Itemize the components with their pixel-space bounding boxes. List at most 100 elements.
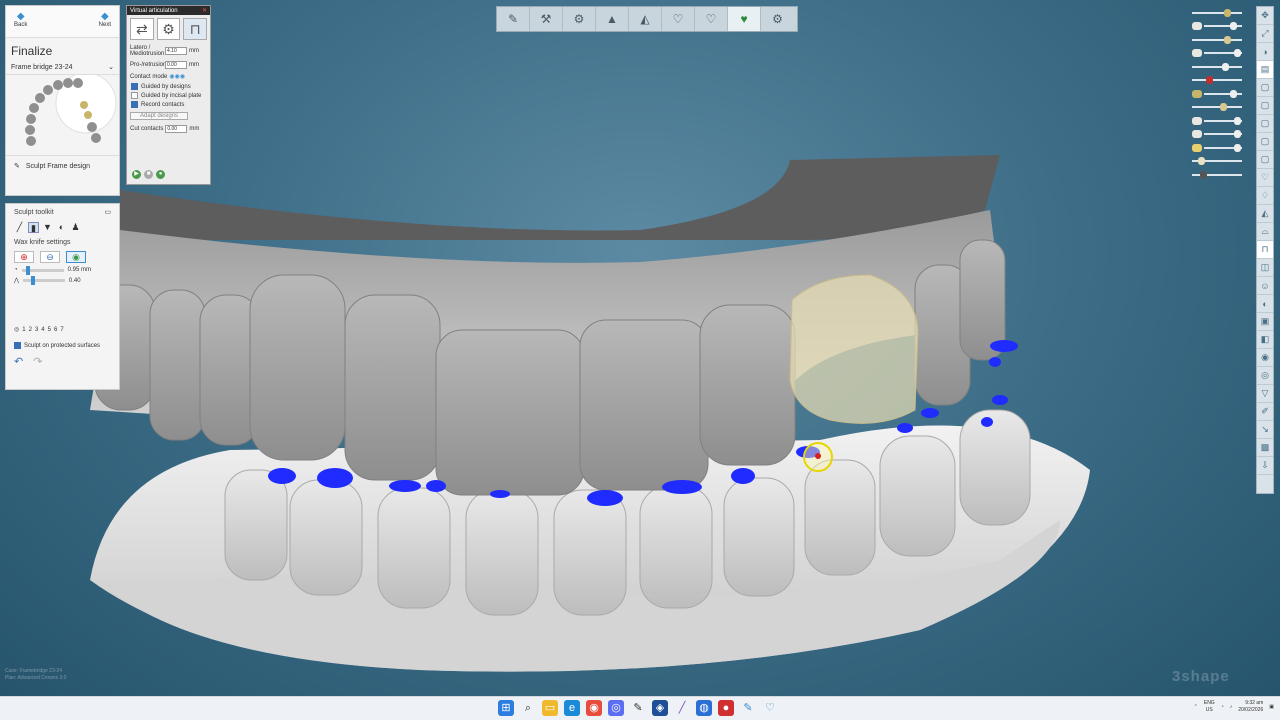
view-left-icon[interactable]: ▢: [1257, 115, 1273, 133]
back-button[interactable]: ◆ Back: [14, 12, 27, 37]
notepad-icon[interactable]: ✎: [630, 700, 646, 716]
strength-slider-thumb[interactable]: [31, 276, 36, 285]
preset-2[interactable]: 2: [29, 327, 32, 333]
model-view-icon[interactable]: ◭: [1257, 205, 1273, 223]
tooth-2-icon[interactable]: ♡: [695, 7, 728, 31]
smooth-tool-icon[interactable]: ▼: [42, 222, 53, 233]
morph-tool-icon[interactable]: ◐: [56, 222, 67, 233]
preset-7[interactable]: 7: [60, 327, 63, 333]
contact-mode-icon[interactable]: ◉◉◉: [169, 73, 185, 80]
app-icon[interactable]: ◎: [608, 700, 624, 716]
notification-icon[interactable]: ▣: [1269, 704, 1274, 710]
tooth-active-icon[interactable]: ♥: [728, 7, 761, 31]
articulator-2-icon[interactable]: ⚙: [563, 7, 596, 31]
color-map-icon[interactable]: ◎: [1257, 367, 1273, 385]
stop-icon[interactable]: ■: [144, 170, 153, 179]
arrow-icon[interactable]: ↘: [1257, 421, 1273, 439]
screenshot-icon[interactable]: ▩: [1257, 439, 1273, 457]
tab-movement[interactable]: ⇄: [130, 18, 154, 40]
view-settings-icon[interactable]: ◑: [1257, 43, 1273, 61]
wax-knife-icon[interactable]: ▮: [28, 222, 39, 233]
edge-icon[interactable]: e: [564, 700, 580, 716]
network-icon[interactable]: ◔: [1221, 704, 1224, 710]
radius-slider[interactable]: [21, 265, 64, 275]
articulator-icon[interactable]: ⚒: [530, 7, 563, 31]
smooth-wax-button[interactable]: ◉: [66, 251, 86, 263]
visibility-row-9[interactable]: [1192, 114, 1242, 128]
visibility-row-3[interactable]: [1192, 33, 1242, 47]
section-icon[interactable]: ◧: [1257, 331, 1273, 349]
tab-settings[interactable]: ⚙: [156, 18, 181, 40]
tray-arrow-icon[interactable]: ⌃: [1194, 704, 1198, 710]
close-icon[interactable]: ✕: [202, 7, 207, 14]
language-indicator[interactable]: ENG US: [1204, 700, 1215, 714]
adapt-designs-button[interactable]: Adapt designs: [130, 112, 188, 120]
settings-icon[interactable]: ⚙: [761, 7, 794, 31]
visibility-row-11[interactable]: [1192, 141, 1242, 155]
radius-slider-thumb[interactable]: [25, 265, 30, 275]
record-contacts-row[interactable]: Record contacts: [127, 100, 210, 109]
record-icon[interactable]: ●: [718, 700, 734, 716]
view-front-icon[interactable]: ▢: [1257, 79, 1273, 97]
chrome-icon[interactable]: ◉: [586, 700, 602, 716]
next-button[interactable]: ◆ Next: [99, 12, 111, 37]
move-icon[interactable]: ✥: [1257, 7, 1273, 25]
pen-tool-icon[interactable]: ╱: [14, 222, 25, 233]
volume-icon[interactable]: ♪: [1230, 704, 1233, 710]
visibility-row-12[interactable]: [1192, 155, 1242, 169]
remove-wax-button[interactable]: ⊖: [40, 251, 60, 263]
brush-icon[interactable]: ✎: [497, 7, 530, 31]
bridge-view-icon[interactable]: ⌓: [1257, 223, 1273, 241]
view-back-icon[interactable]: ▢: [1257, 97, 1273, 115]
transparency-icon[interactable]: ◐: [1257, 295, 1273, 313]
visibility-row-13[interactable]: [1192, 168, 1242, 182]
undo-icon[interactable]: ↶: [14, 355, 23, 368]
pen-icon[interactable]: ╱: [674, 700, 690, 716]
panel-dock-icon[interactable]: ▭: [104, 208, 111, 216]
sculpt-protected-row[interactable]: Sculpt on protected surfaces: [14, 342, 111, 349]
app4-icon[interactable]: ♡: [762, 700, 778, 716]
record-contacts-checkbox[interactable]: [131, 101, 138, 108]
contact-map-icon[interactable]: ◉: [1257, 349, 1273, 367]
measure-icon[interactable]: ▣: [1257, 313, 1273, 331]
visibility-row-5[interactable]: [1192, 60, 1242, 74]
visibility-row-1[interactable]: [1192, 6, 1242, 20]
clip-plane-icon[interactable]: ◫: [1257, 259, 1273, 277]
play-icon[interactable]: ▶: [132, 170, 141, 179]
preset-1[interactable]: 1: [22, 327, 25, 333]
tooth-icon[interactable]: ♡: [662, 7, 695, 31]
visibility-row-2[interactable]: [1192, 20, 1242, 34]
filter-icon[interactable]: ▽: [1257, 385, 1273, 403]
bridge-select[interactable]: Frame bridge 23-24 ⌄: [6, 60, 119, 75]
add-wax-button[interactable]: ⊕: [14, 251, 34, 263]
strength-slider[interactable]: [22, 276, 65, 285]
view-top-icon[interactable]: ▢: [1257, 151, 1273, 169]
record-icon[interactable]: ●: [156, 170, 165, 179]
redo-icon[interactable]: ↷: [33, 355, 42, 368]
preset-4[interactable]: 4: [41, 327, 44, 333]
view-right-icon[interactable]: ▢: [1257, 133, 1273, 151]
clock[interactable]: 9:32 am 20/02/2026: [1238, 700, 1263, 714]
preset-5[interactable]: 5: [48, 327, 51, 333]
model-2-icon[interactable]: ◭: [629, 7, 662, 31]
guided-incisal-row[interactable]: Guided by incisal plate: [127, 91, 210, 100]
search-icon[interactable]: ⌕: [520, 700, 536, 716]
visibility-row-6[interactable]: [1192, 74, 1242, 88]
browser-icon[interactable]: ◍: [696, 700, 712, 716]
annotation-icon[interactable]: ✐: [1257, 403, 1273, 421]
visibility-row-10[interactable]: [1192, 128, 1242, 142]
app2-icon[interactable]: ◈: [652, 700, 668, 716]
guided-designs-row[interactable]: Guided by designs: [127, 82, 210, 91]
face-icon[interactable]: ☺: [1257, 277, 1273, 295]
windows-icon[interactable]: ⊞: [498, 700, 514, 716]
guided-incisal-checkbox[interactable]: [131, 92, 138, 99]
export-icon[interactable]: ⇩: [1257, 457, 1273, 475]
tooth-view-icon[interactable]: ♡: [1257, 169, 1273, 187]
sculpt-frame-button[interactable]: ✎ Sculpt Frame design: [6, 155, 119, 176]
articulator-view-icon[interactable]: ⊓: [1257, 241, 1273, 259]
fit-view-icon[interactable]: ⤢: [1257, 25, 1273, 43]
figure-tool-icon[interactable]: ♟: [70, 222, 81, 233]
app3-icon[interactable]: ✎: [740, 700, 756, 716]
preset-6[interactable]: 6: [54, 327, 57, 333]
visibility-row-7[interactable]: [1192, 87, 1242, 101]
